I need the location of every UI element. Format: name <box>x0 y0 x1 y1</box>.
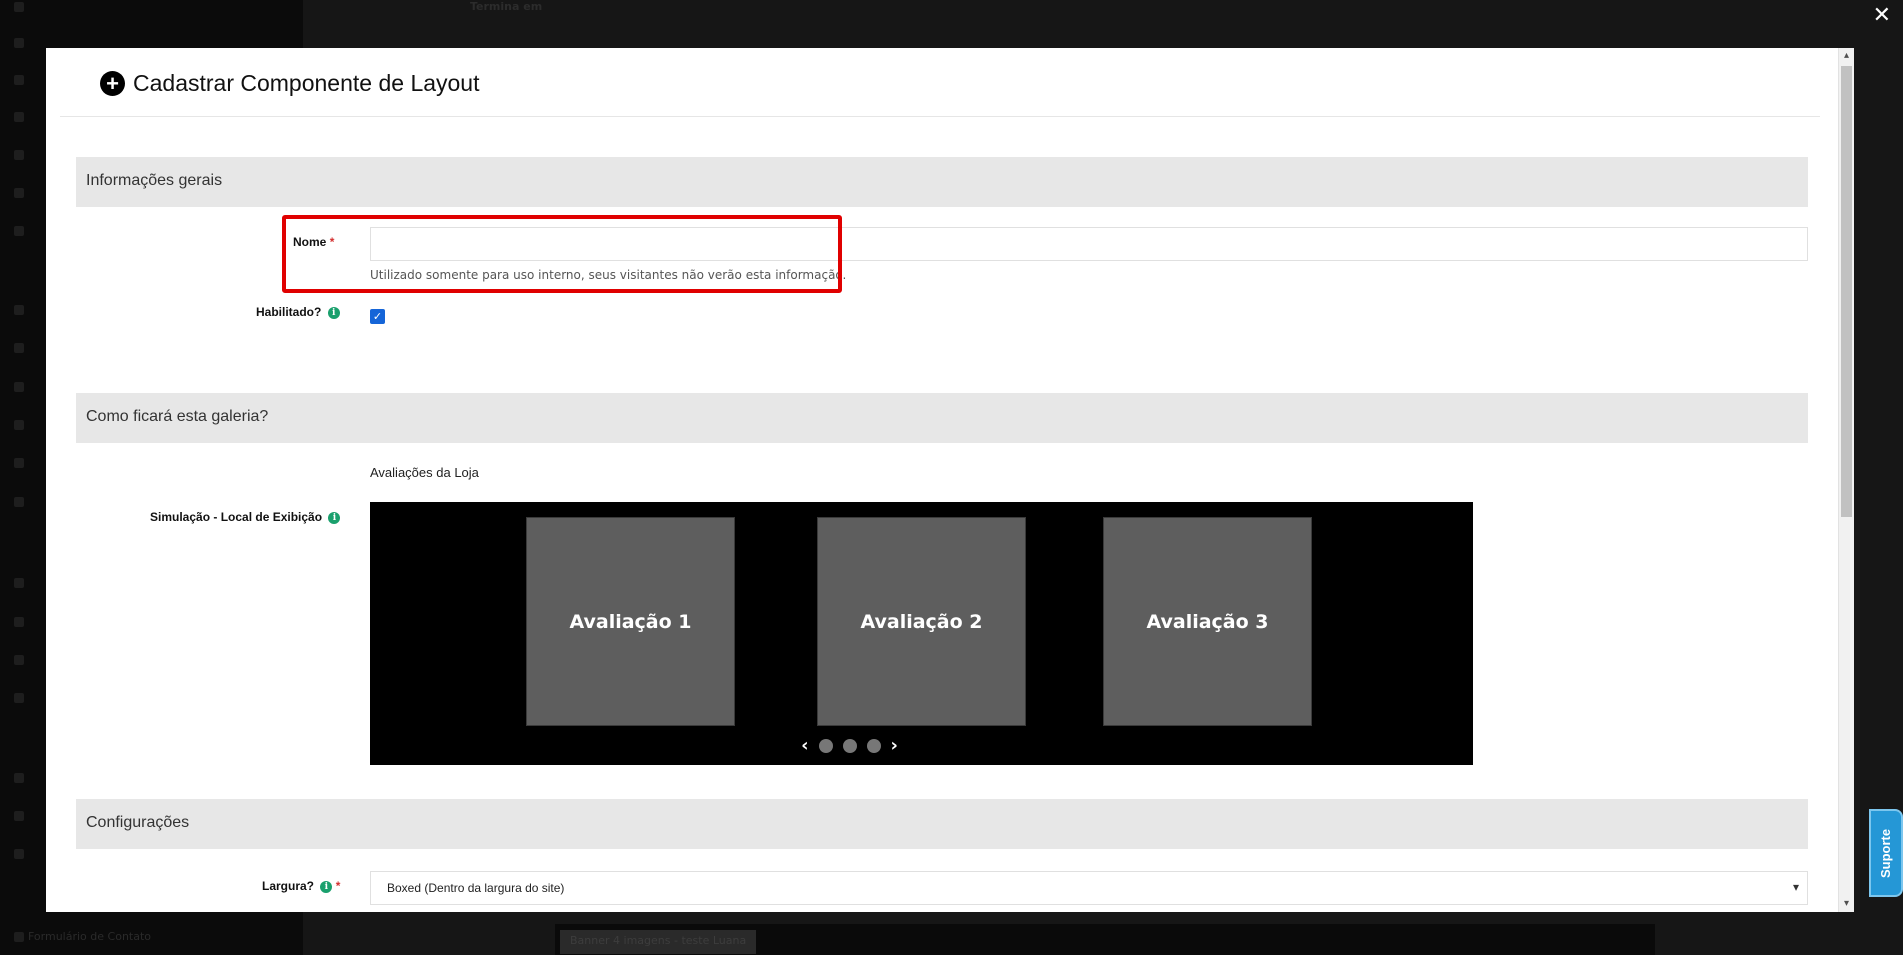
review-card-3: Avaliação 3 <box>1103 517 1312 726</box>
carousel-dot[interactable] <box>866 739 881 753</box>
required-marker: * <box>335 879 341 893</box>
scrollbar-thumb[interactable] <box>1841 66 1852 517</box>
enabled-label: Habilitado? i <box>256 305 340 319</box>
simulation-label-text: Simulação - Local de Exibição <box>150 510 323 524</box>
bg-sidebar-icon <box>14 773 24 783</box>
gallery-name: Avaliações da Loja <box>370 465 479 480</box>
modal-header: + Cadastrar Componente de Layout <box>60 48 1820 117</box>
bg-sidebar-icon <box>14 849 24 859</box>
plus-circle-icon: + <box>100 71 125 96</box>
bg-sidebar-icon <box>14 932 24 942</box>
width-select-value: Boxed (Dentro da largura do site) <box>387 881 565 895</box>
scroll-down-icon[interactable]: ▾ <box>1839 896 1854 912</box>
bg-sidebar-icon <box>14 38 24 48</box>
carousel-dot[interactable] <box>842 739 857 753</box>
chevron-left-icon[interactable]: ‹ <box>801 737 808 755</box>
bg-sidebar-icon <box>14 343 24 353</box>
bg-sidebar-icon <box>14 382 24 392</box>
info-icon[interactable]: i <box>327 306 340 319</box>
bg-bottom-chip: Banner 4 imagens - teste Luana <box>560 930 757 954</box>
modal-dialog: + Cadastrar Componente de Layout Informa… <box>46 48 1854 912</box>
bg-sidebar-icon <box>14 693 24 703</box>
bg-sidebar-icon <box>14 150 24 160</box>
scroll-up-icon[interactable]: ▴ <box>1839 48 1854 64</box>
bg-sidebar-icon <box>14 75 24 85</box>
bg-sidebar-icon <box>14 497 24 507</box>
carousel-dot[interactable] <box>818 739 833 753</box>
bg-sidebar-icon <box>14 2 24 12</box>
bg-sidebar-icon <box>14 420 24 430</box>
bg-sidebar-icon <box>14 617 24 627</box>
width-label-text: Largura? <box>262 879 315 893</box>
modal-body: + Cadastrar Componente de Layout Informa… <box>46 48 1838 912</box>
width-label: Largura? i * <box>262 879 340 893</box>
simulation-label: Simulação - Local de Exibição i <box>150 510 341 524</box>
simulation-preview: Avaliação 1 Avaliação 2 Avaliação 3 ‹ › <box>370 502 1473 765</box>
bg-sidebar-icon <box>14 226 24 236</box>
close-modal-button[interactable]: ✕ <box>1873 4 1891 28</box>
carousel-nav: ‹ › <box>298 737 1401 755</box>
review-card-1: Avaliação 1 <box>526 517 735 726</box>
modal-title: + Cadastrar Componente de Layout <box>100 70 480 97</box>
section-header-settings: Configurações <box>76 799 1808 849</box>
bg-sidebar-icon <box>14 578 24 588</box>
info-icon[interactable]: i <box>320 880 333 893</box>
bg-top-label: Termina em <box>470 0 543 13</box>
name-input[interactable] <box>370 227 1808 261</box>
bg-sidebar-icon <box>14 112 24 122</box>
info-icon[interactable]: i <box>328 511 341 524</box>
name-help-text: Utilizado somente para uso interno, seus… <box>370 268 847 282</box>
bg-sidebar-icon <box>14 458 24 468</box>
bg-sidebar-icon <box>14 655 24 665</box>
width-select[interactable]: Boxed (Dentro da largura do site) ▾ <box>370 871 1808 905</box>
enabled-label-text: Habilitado? <box>256 305 322 319</box>
modal-title-text: Cadastrar Componente de Layout <box>133 70 480 96</box>
modal-scrollbar[interactable]: ▴ ▾ <box>1838 48 1854 912</box>
bg-sidebar-footer-item: Formulário de Contato <box>28 930 152 943</box>
section-header-preview: Como ficará esta galeria? <box>76 393 1808 443</box>
chevron-right-icon[interactable]: › <box>891 737 898 755</box>
chevron-down-icon: ▾ <box>1792 880 1799 894</box>
bg-sidebar-icon <box>14 811 24 821</box>
required-marker: * <box>329 235 335 249</box>
bg-sidebar-icon <box>14 305 24 315</box>
section-header-general: Informações gerais <box>76 157 1808 207</box>
enabled-checkbox[interactable]: ✓ <box>370 309 385 324</box>
name-label-text: Nome <box>293 235 327 249</box>
review-card-2: Avaliação 2 <box>817 517 1026 726</box>
support-button[interactable]: Suporte <box>1869 809 1903 897</box>
bg-sidebar-icon <box>14 188 24 198</box>
name-label: Nome * <box>293 235 334 249</box>
